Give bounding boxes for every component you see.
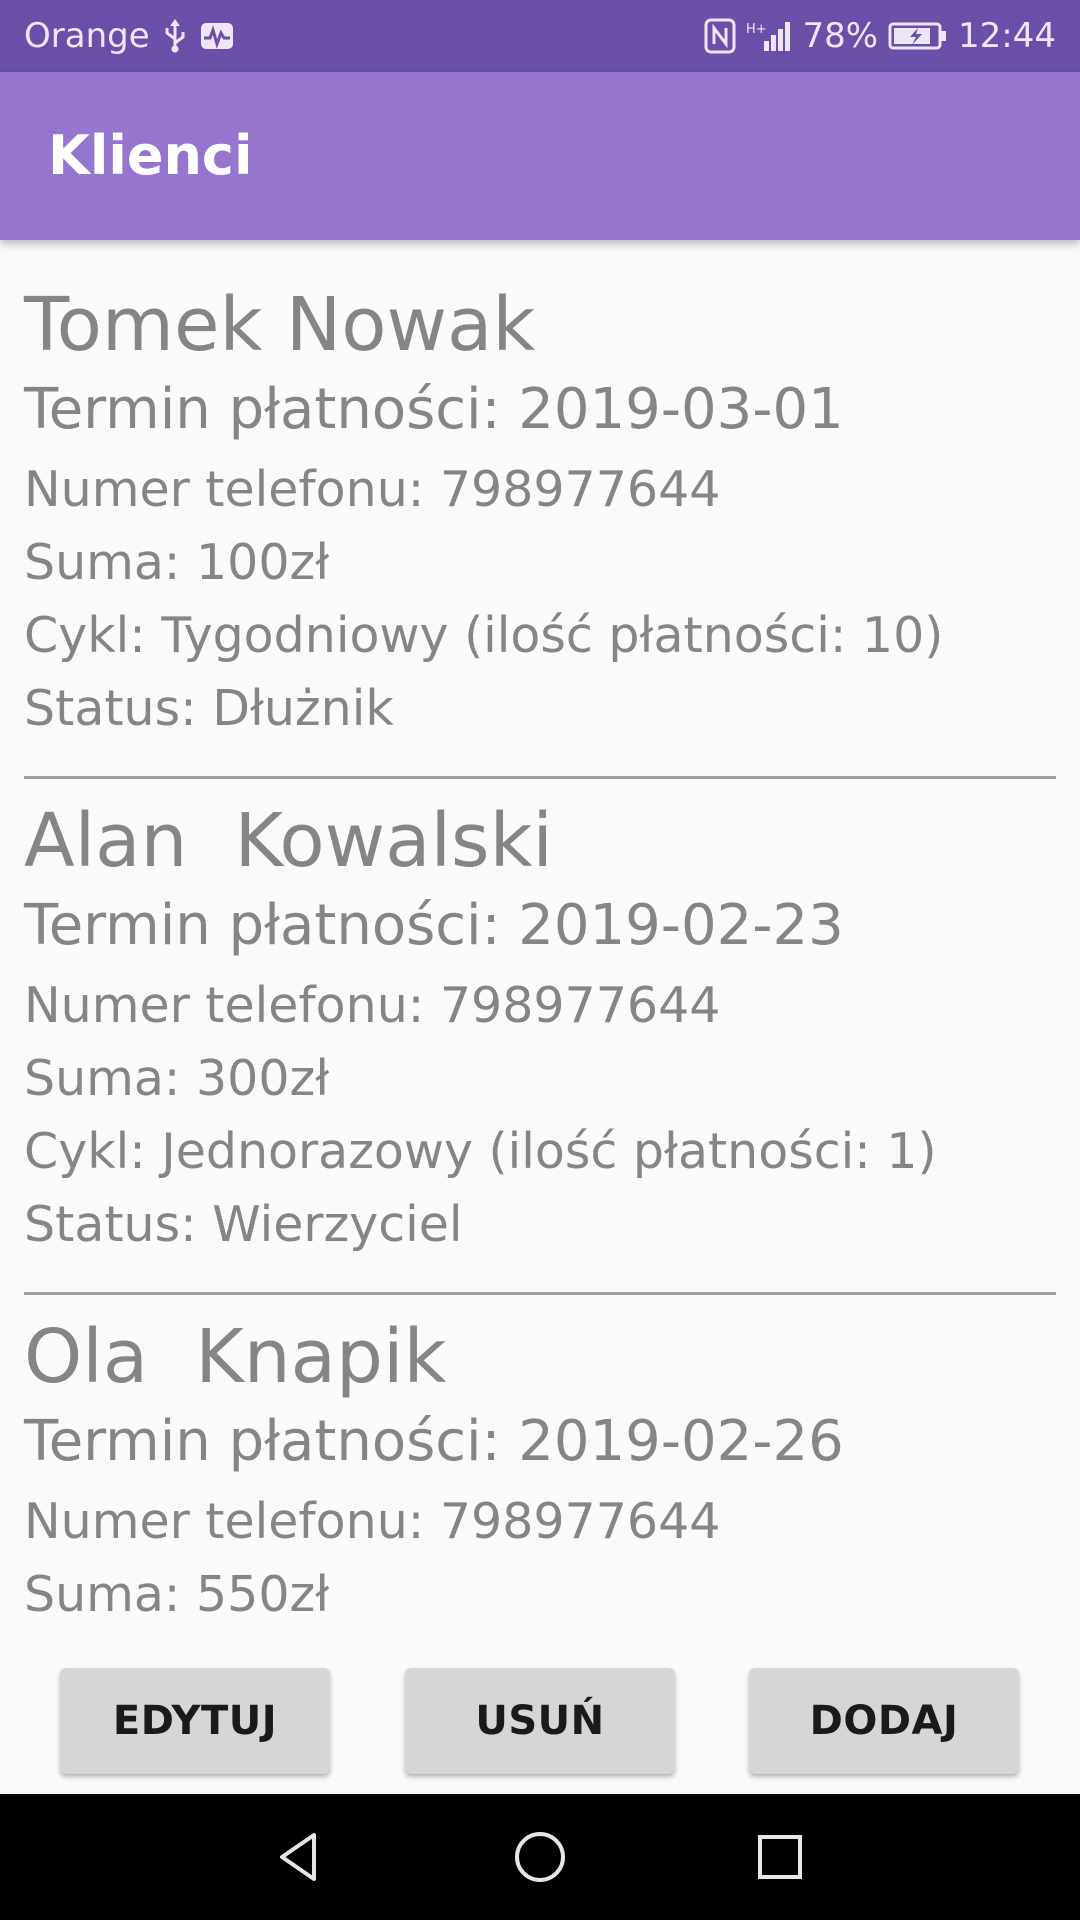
client-item[interactable]: Tomek Nowak Termin płatności: 2019-03-01… (24, 240, 1056, 756)
app-bar: Klienci (0, 72, 1080, 240)
carrier-name: Orange (24, 16, 150, 56)
signal-icon: H+ (746, 19, 792, 53)
battery-charging-icon (888, 22, 948, 50)
client-phone: Numer telefonu: 798977644 (24, 461, 721, 518)
page-title: Klienci (48, 124, 253, 187)
client-cycle: Cykl: Tygodniowy (ilość płatności: 10) (24, 607, 944, 664)
back-icon (280, 1833, 316, 1881)
delete-button[interactable]: USUŃ (405, 1668, 675, 1774)
client-phone: Numer telefonu: 798977644 (24, 977, 721, 1034)
client-name: Tomek Nowak (24, 282, 536, 368)
back-button[interactable] (240, 1794, 360, 1920)
client-name: Ola Knapik (24, 1314, 447, 1400)
client-sum: Suma: 100zł (24, 534, 330, 591)
client-phone: Numer telefonu: 798977644 (24, 1493, 721, 1550)
client-item[interactable]: Ola Knapik Termin płatności: 2019-02-26 … (24, 1272, 1056, 1648)
nfc-icon (704, 18, 736, 54)
battery-percent: 78% (802, 16, 879, 56)
client-sum: Suma: 550zł (24, 1566, 330, 1623)
client-cycle: Cykl: Jednorazowy (ilość płatności: 1) (24, 1123, 937, 1180)
client-status: Status: Wierzyciel (24, 1196, 463, 1253)
clock: 12:44 (958, 16, 1056, 56)
client-due-date: Termin płatności: 2019-03-01 (24, 377, 844, 442)
status-bar: Orange H+ 78% 12:44 (0, 0, 1080, 72)
status-bar-right: H+ 78% 12:44 (704, 0, 1056, 72)
recent-apps-button[interactable] (720, 1794, 840, 1920)
screen: Orange H+ 78% 12:44 Klienci Tomek Nowak … (0, 0, 1080, 1920)
client-status: Status: Dłużnik (24, 680, 394, 737)
home-icon (515, 1832, 565, 1882)
recent-apps-icon (758, 1835, 802, 1879)
client-due-date: Termin płatności: 2019-02-23 (24, 893, 844, 958)
client-sum: Suma: 300zł (24, 1050, 330, 1107)
client-name: Alan Kowalski (24, 798, 553, 884)
client-item[interactable]: Alan Kowalski Termin płatności: 2019-02-… (24, 756, 1056, 1272)
client-due-date: Termin płatności: 2019-02-26 (24, 1409, 844, 1474)
edit-button[interactable]: EDYTUJ (60, 1668, 330, 1774)
add-button[interactable]: DODAJ (749, 1668, 1019, 1774)
navigation-bar (0, 1794, 1080, 1920)
network-type-label: H+ (746, 22, 767, 37)
action-bar: EDYTUJ USUŃ DODAJ (0, 1648, 1080, 1794)
client-list[interactable]: Tomek Nowak Termin płatności: 2019-03-01… (0, 240, 1080, 1648)
home-button[interactable] (480, 1794, 600, 1920)
status-bar-left: Orange (24, 0, 234, 72)
activity-icon (200, 22, 234, 50)
usb-icon (164, 19, 186, 53)
